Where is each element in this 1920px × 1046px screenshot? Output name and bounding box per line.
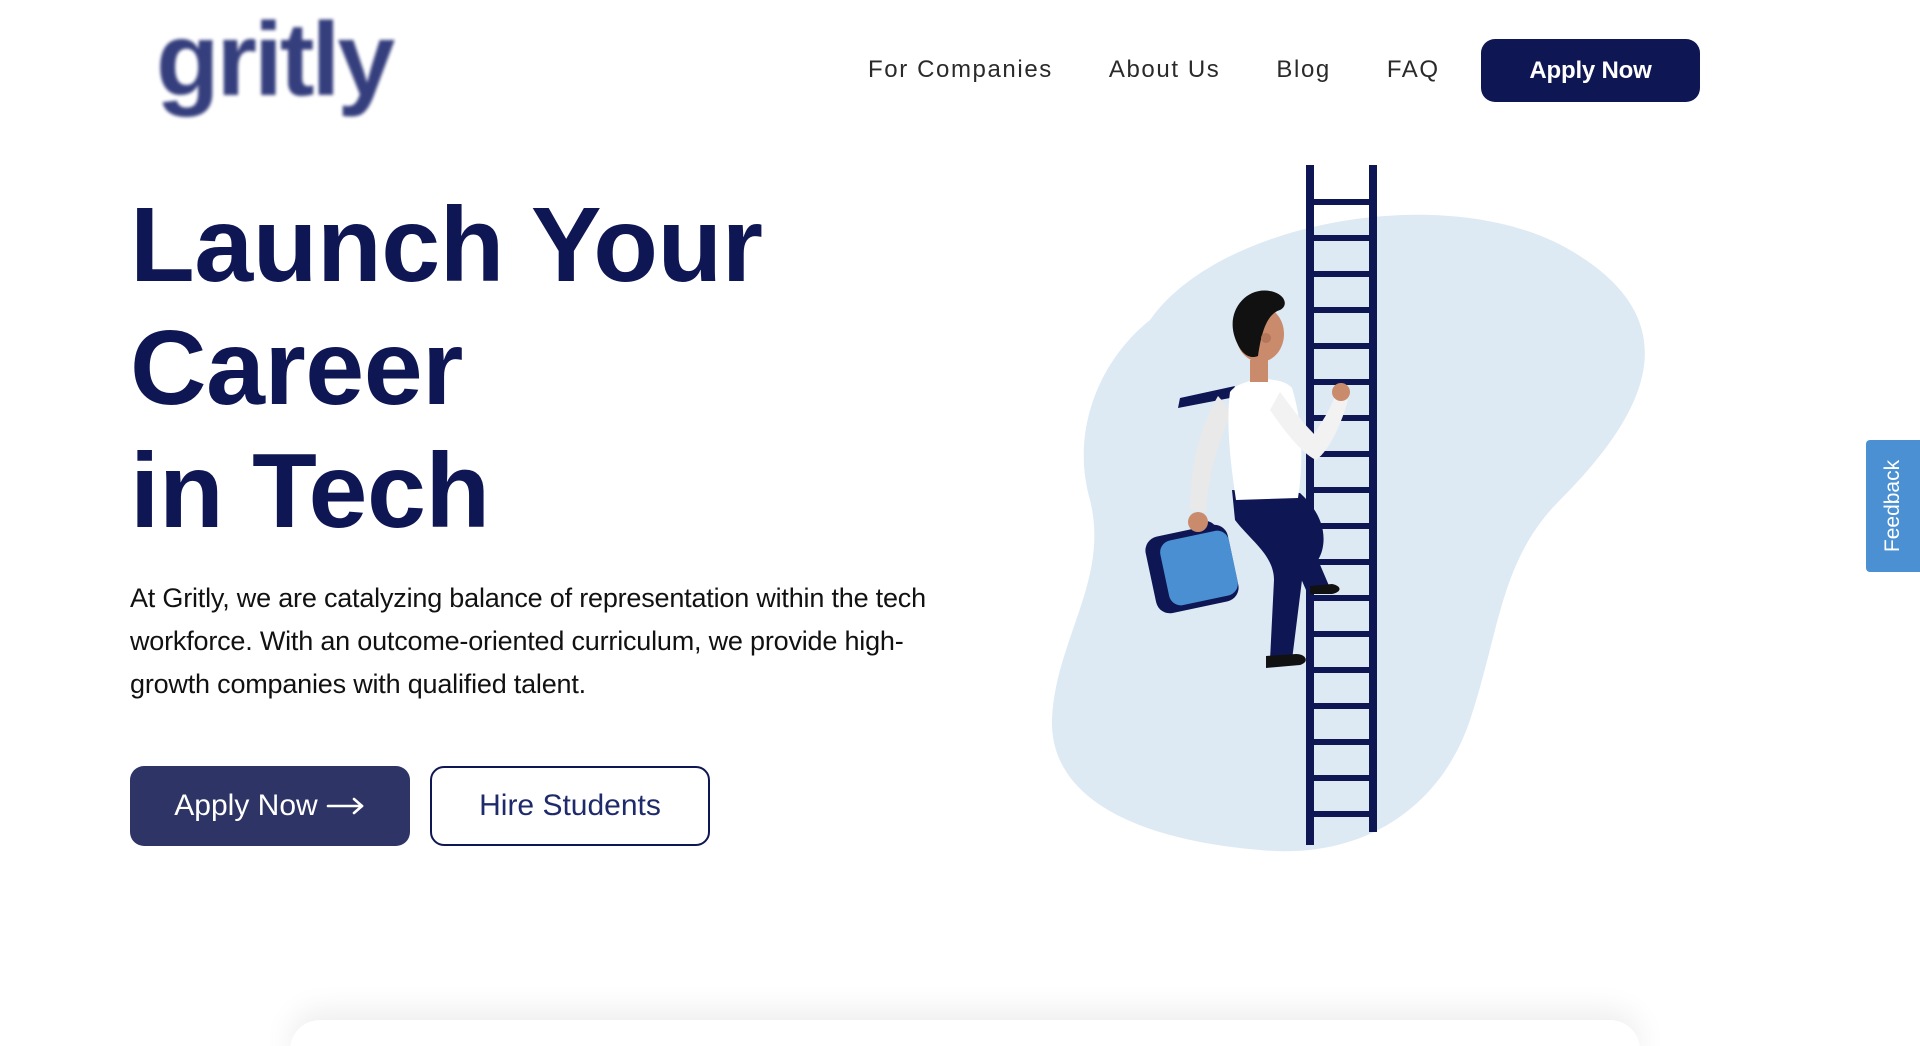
feedback-label: Feedback [1881,459,1905,553]
apply-now-cta-button[interactable]: Apply Now [130,766,410,846]
nav-link-blog[interactable]: Blog [1276,56,1330,84]
nav-link-for-companies[interactable]: For Companies [868,56,1053,84]
hire-students-button[interactable]: Hire Students [430,766,710,846]
hero-description: At Gritly, we are catalyzing balance of … [130,583,926,699]
hero-title-line-1: Launch Your [130,186,763,304]
page: gritly For Companies About Us Blog FAQ A… [0,0,1920,1046]
hero-title-line-3: in Tech [130,432,490,550]
hero-title: Launch Your Career in Tech [130,184,763,553]
nav-link-about-us[interactable]: About Us [1109,56,1221,84]
arrow-right-icon [326,797,364,815]
apply-now-cta-label: Apply Now [174,789,318,822]
feedback-tab[interactable]: Feedback [1866,440,1920,572]
gritly-logo[interactable]: gritly [156,8,395,112]
nav-link-faq[interactable]: FAQ [1387,56,1440,84]
header-apply-now-button[interactable]: Apply Now [1481,39,1700,102]
next-section-card [290,1020,1640,1046]
career-ladder-illustration [1051,165,1645,852]
main-nav: For Companies About Us Blog FAQ [868,38,1496,102]
hero-title-line-2: Career [130,309,463,427]
